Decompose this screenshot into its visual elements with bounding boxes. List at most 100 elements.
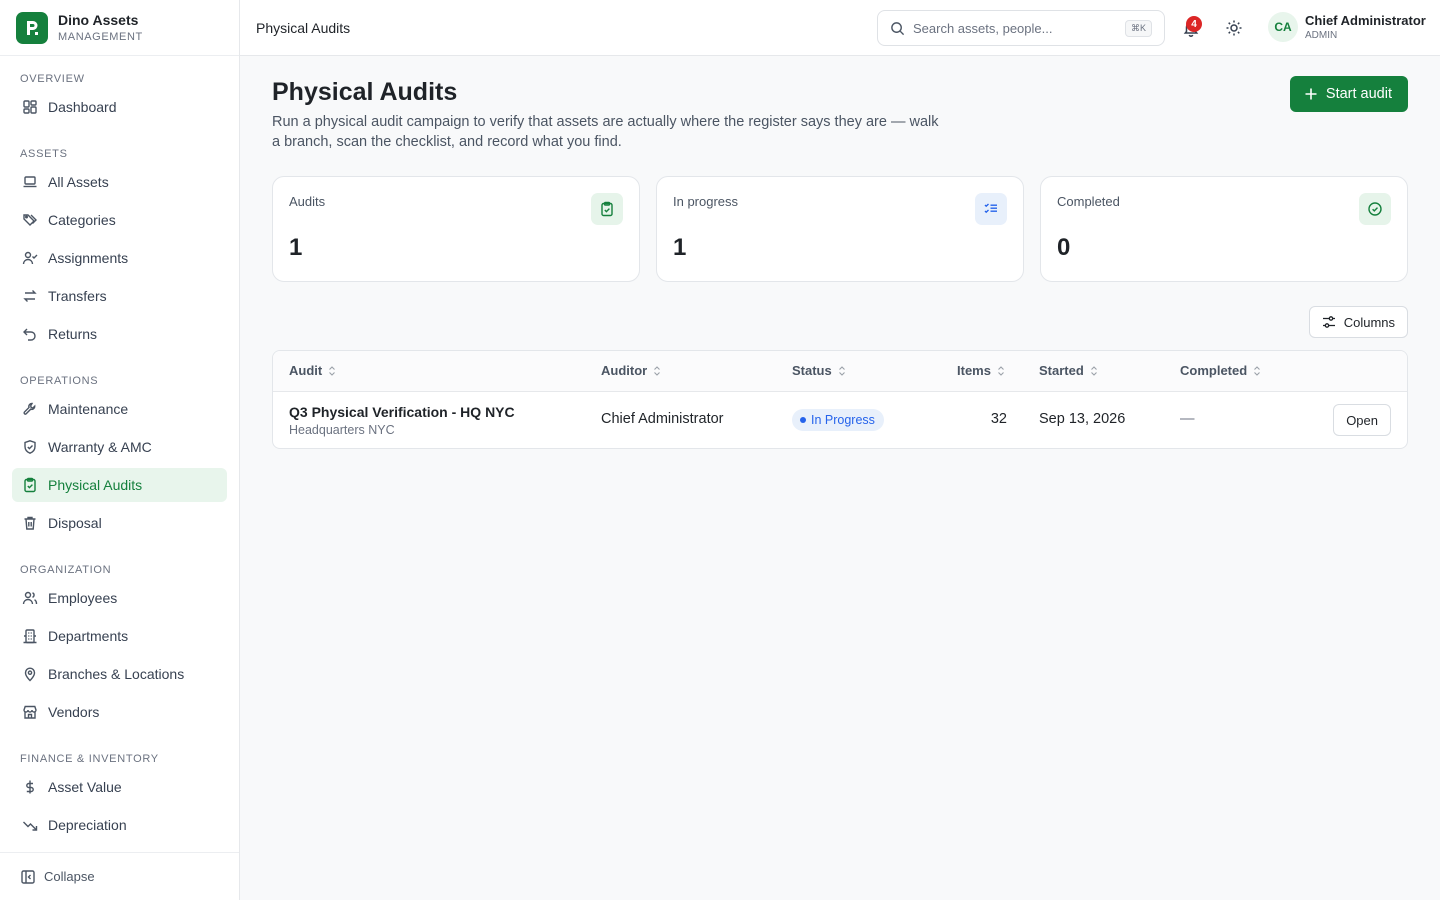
- stat-value: 0: [1057, 234, 1071, 261]
- completed-cell: —: [1180, 411, 1195, 427]
- shortcut-hint: ⌘K: [1124, 20, 1152, 37]
- column-header-auditor[interactable]: Auditor: [601, 363, 661, 378]
- column-header-started[interactable]: Started: [1039, 363, 1098, 378]
- theme-toggle-icon[interactable]: [1225, 19, 1243, 37]
- user-role: ADMIN: [1305, 29, 1338, 41]
- stat-value: 1: [289, 234, 303, 261]
- sidebar-item-label: All Assets: [48, 174, 109, 190]
- sidebar-item-maintenance[interactable]: Maintenance: [12, 392, 227, 426]
- nav-section-organization: ORGANIZATION: [20, 564, 112, 576]
- sidebar-item-branches-locations[interactable]: Branches & Locations: [12, 657, 227, 691]
- column-header-status[interactable]: Status: [792, 363, 846, 378]
- clipboard-check-icon: [591, 193, 623, 225]
- page-description: Run a physical audit campaign to verify …: [272, 114, 939, 150]
- tags-icon: [23, 214, 37, 226]
- items-cell: 32: [990, 411, 1007, 427]
- sidebar-item-asset-value[interactable]: Asset Value: [12, 770, 227, 804]
- undo-icon: [23, 328, 36, 341]
- sort-icon: [998, 365, 1004, 376]
- shield-icon: [24, 440, 36, 454]
- collapse-label: Collapse: [44, 869, 95, 884]
- column-header-items[interactable]: Items: [957, 363, 1005, 378]
- arrows-icon: [23, 290, 37, 302]
- sidebar-item-label: Categories: [48, 212, 116, 228]
- stat-card-audits: Audits 1: [272, 176, 640, 282]
- collapse-button[interactable]: Collapse: [0, 852, 239, 900]
- audits-table: Audit Auditor Status Items Started Compl…: [272, 350, 1408, 449]
- start-audit-label: Start audit: [1325, 86, 1392, 102]
- search-input[interactable]: [913, 20, 1113, 36]
- sidebar-nav: OVERVIEW Dashboard ASSETS All Assets Cat…: [0, 56, 239, 851]
- open-label: Open: [1346, 412, 1378, 428]
- users-icon: [22, 591, 38, 605]
- audit-location: Headquarters NYC: [289, 423, 395, 437]
- building-icon: [23, 629, 37, 644]
- sidebar-item-employees[interactable]: Employees: [12, 581, 227, 615]
- sidebar-item-label: Assignments: [48, 250, 129, 266]
- nav-section-finance-inventory: FINANCE & INVENTORY: [20, 753, 159, 765]
- check-circle-icon: [1359, 193, 1391, 225]
- sidebar-item-label: Returns: [48, 326, 98, 342]
- clipboard-check-icon: [24, 477, 36, 493]
- sidebar-item-warranty-amc[interactable]: Warranty & AMC: [12, 430, 227, 464]
- start-audit-button[interactable]: Start audit: [1289, 76, 1408, 112]
- table-row[interactable]: Q3 Physical Verification - HQ NYC Headqu…: [273, 392, 1407, 448]
- sidebar-item-depreciation[interactable]: Depreciation: [12, 808, 227, 842]
- user-check-icon: [22, 251, 38, 265]
- column-header-completed[interactable]: Completed: [1180, 363, 1261, 378]
- dashboard-icon: [23, 100, 37, 114]
- avatar: CA: [1268, 12, 1298, 42]
- user-menu[interactable]: CA Chief Administrator ADMIN: [1268, 12, 1426, 42]
- nav-section-operations: OPERATIONS: [20, 375, 99, 387]
- sidebar-item-returns[interactable]: Returns: [12, 317, 227, 351]
- started-cell: Sep 13, 2026: [1039, 411, 1126, 427]
- sidebar-item-physical-audits[interactable]: Physical Audits: [12, 468, 227, 502]
- sidebar-item-label: Employees: [48, 590, 118, 606]
- stat-card-in-progress: In progress 1: [656, 176, 1024, 282]
- search-box[interactable]: ⌘K: [877, 10, 1165, 46]
- stat-label: Completed: [1057, 194, 1120, 209]
- map-pin-icon: [24, 667, 36, 682]
- sidebar-item-vendors[interactable]: Vendors: [12, 695, 227, 729]
- sidebar-item-label: Physical Audits: [48, 477, 143, 493]
- sidebar-item-label: Vendors: [48, 704, 100, 720]
- nav-section-overview: OVERVIEW: [20, 73, 85, 85]
- sidebar-item-label: Maintenance: [48, 401, 129, 417]
- topbar: Physical Audits ⌘K 4 CA Chief Administra…: [240, 0, 1440, 56]
- sort-icon: [838, 365, 845, 376]
- sidebar-item-label: Departments: [48, 628, 129, 644]
- sidebar-item-label: Branches & Locations: [48, 666, 185, 682]
- sidebar: Dino Assets MANAGEMENT OVERVIEW Dashboar…: [0, 0, 240, 900]
- sidebar-item-all-assets[interactable]: All Assets: [12, 165, 227, 199]
- sidebar-item-categories[interactable]: Categories: [12, 203, 227, 237]
- open-button[interactable]: Open: [1333, 404, 1391, 436]
- sidebar-collapse-icon: [21, 869, 35, 884]
- trending-down-icon: [23, 821, 38, 831]
- plus-icon: [1305, 88, 1317, 100]
- sidebar-item-assignments[interactable]: Assignments: [12, 241, 227, 275]
- dollar-icon: [26, 780, 34, 794]
- page-title: Physical Audits: [272, 78, 458, 106]
- auditor-cell: Chief Administrator: [601, 411, 724, 427]
- stat-value: 1: [673, 234, 687, 261]
- sidebar-item-transfers[interactable]: Transfers: [12, 279, 227, 313]
- trash-icon: [24, 516, 36, 530]
- sidebar-item-label: Warranty & AMC: [48, 439, 152, 455]
- column-header-audit[interactable]: Audit: [289, 363, 336, 378]
- sidebar-item-departments[interactable]: Departments: [12, 619, 227, 653]
- stat-card-completed: Completed 0: [1040, 176, 1408, 282]
- sidebar-item-dashboard[interactable]: Dashboard: [12, 90, 227, 124]
- sort-icon: [654, 365, 661, 376]
- columns-button[interactable]: Columns: [1308, 306, 1408, 338]
- sidebar-item-disposal[interactable]: Disposal: [12, 506, 227, 540]
- wrench-icon: [23, 402, 36, 415]
- brand[interactable]: Dino Assets MANAGEMENT: [0, 0, 239, 56]
- status-badge: In Progress: [792, 409, 884, 431]
- sliders-icon: [1322, 316, 1335, 328]
- sort-icon: [1090, 365, 1097, 376]
- breadcrumb: Physical Audits: [256, 19, 351, 36]
- nav-section-assets: ASSETS: [20, 148, 68, 160]
- sidebar-item-label: Disposal: [48, 515, 102, 531]
- sidebar-item-label: Transfers: [48, 288, 107, 304]
- sort-icon: [1254, 365, 1261, 376]
